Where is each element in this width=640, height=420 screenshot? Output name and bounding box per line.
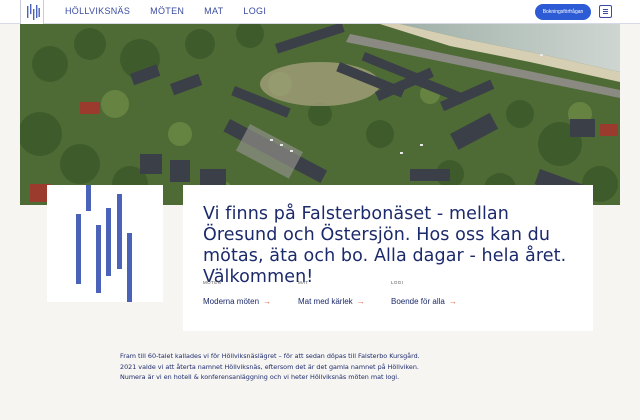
- main-nav: HÖLLVIKSNÄS MÖTEN MAT LOGI: [65, 6, 286, 17]
- welcome-card: Vi finns på Falsterbonäset - mellan Öres…: [183, 185, 593, 331]
- nav-item-logi[interactable]: LOGI: [243, 6, 266, 17]
- logo-mark-icon: [27, 4, 40, 20]
- moderna-moten-link[interactable]: Moderna möten →: [203, 297, 271, 306]
- brand-logo[interactable]: [20, 0, 44, 24]
- category-label: LOGI: [391, 280, 404, 285]
- mat-med-karlek-link[interactable]: Mat med kärlek →: [298, 297, 365, 306]
- intro-paragraph: Fram till 60-talet kallades vi för Höllv…: [120, 352, 420, 381]
- arrow-right-icon: →: [448, 297, 457, 306]
- category-logi: LOGI Boende för alla →: [391, 280, 457, 309]
- nav-item-hollviksnas[interactable]: HÖLLVIKSNÄS: [65, 6, 130, 17]
- nav-item-mat[interactable]: MAT: [204, 6, 223, 17]
- logo-card: [47, 185, 163, 302]
- category-mat: MAT Mat med kärlek →: [298, 280, 365, 309]
- nav-item-moten[interactable]: MÖTEN: [150, 6, 184, 17]
- hero-aerial-image: [20, 24, 620, 205]
- welcome-headline: Vi finns på Falsterbonäset - mellan Öres…: [203, 204, 567, 287]
- category-label: MAT: [298, 280, 309, 285]
- category-moten: MÖTEN Moderna möten →: [203, 280, 271, 309]
- aerial-photo-illustration: [20, 24, 620, 205]
- booking-request-button[interactable]: Bokningsförfrågan: [535, 4, 591, 20]
- logo-bars-icon: [76, 185, 132, 302]
- top-navbar: HÖLLVIKSNÄS MÖTEN MAT LOGI Bokningsförfr…: [0, 0, 640, 24]
- boende-for-alla-link[interactable]: Boende för alla →: [391, 297, 457, 306]
- arrow-right-icon: →: [356, 297, 365, 306]
- arrow-right-icon: →: [263, 297, 272, 306]
- category-label: MÖTEN: [203, 280, 222, 285]
- hamburger-menu-icon[interactable]: [599, 5, 612, 18]
